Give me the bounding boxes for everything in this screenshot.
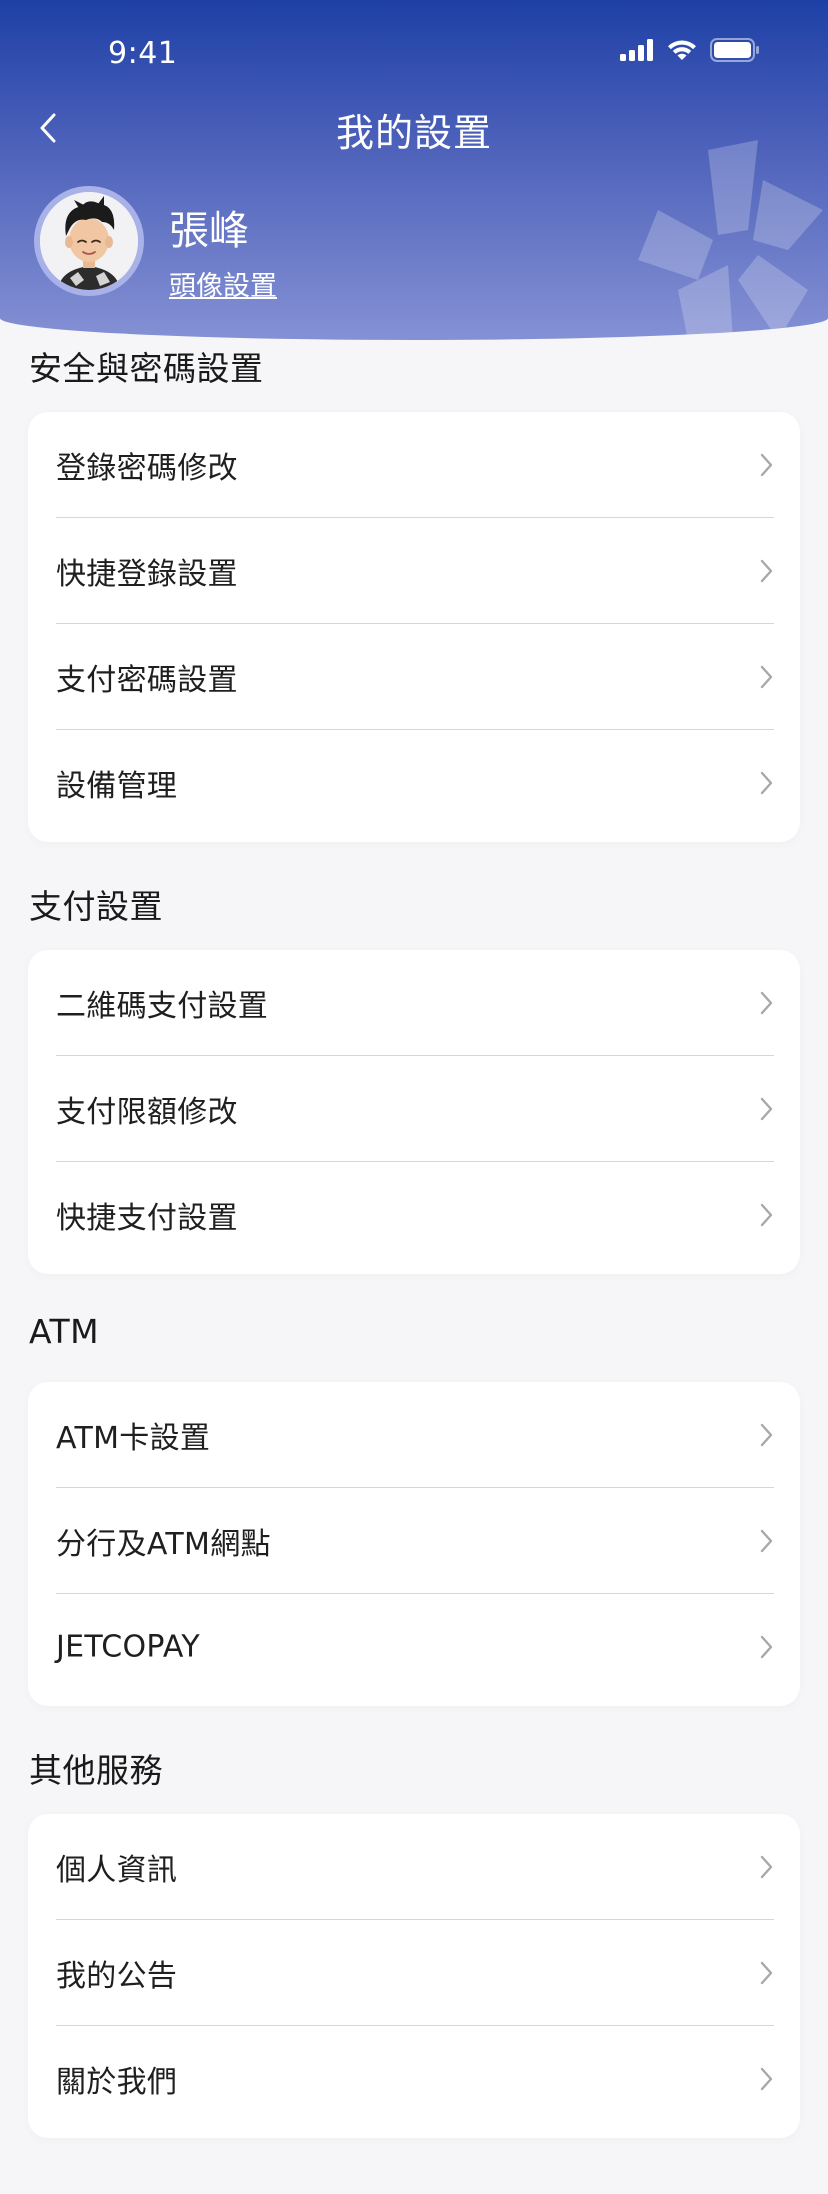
section-title-payment: 支付設置 xyxy=(29,887,163,926)
section-title-atm: ATM xyxy=(29,1312,100,1351)
list-item-payment-password[interactable]: 支付密碼設置 xyxy=(28,624,800,730)
list-item-my-announcements[interactable]: 我的公告 xyxy=(28,1920,800,2026)
list-item-label: 個人資訊 xyxy=(56,1853,178,1888)
list-item-branch-atm-locations[interactable]: 分行及ATM網點 xyxy=(28,1488,800,1594)
security-card: 登錄密碼修改 快捷登錄設置 支付密碼設置 設備管理 xyxy=(28,412,800,842)
chevron-right-icon xyxy=(760,1203,773,1227)
list-item-label: 關於我們 xyxy=(56,2065,178,2100)
list-item-label: 支付限額修改 xyxy=(56,1095,238,1130)
list-item-quick-login[interactable]: 快捷登錄設置 xyxy=(28,518,800,624)
settings-page: 9:41 我的設置 張峰 頭像設置 安全與密碼設置 登錄密碼修改 快捷登錄設置 … xyxy=(0,0,828,2194)
chevron-right-icon xyxy=(760,1961,773,1985)
status-time: 9:41 xyxy=(108,36,178,71)
list-item-login-password[interactable]: 登錄密碼修改 xyxy=(28,412,800,518)
chevron-right-icon xyxy=(760,991,773,1015)
brand-watermark-icon xyxy=(638,140,823,340)
list-item-payment-limit[interactable]: 支付限額修改 xyxy=(28,1056,800,1162)
nav-bar: 我的設置 xyxy=(0,96,828,156)
list-item-label: ATM卡設置 xyxy=(56,1421,211,1456)
payment-card: 二維碼支付設置 支付限額修改 快捷支付設置 xyxy=(28,950,800,1274)
list-item-qr-payment[interactable]: 二維碼支付設置 xyxy=(28,950,800,1056)
chevron-right-icon xyxy=(760,1635,773,1659)
other-services-card: 個人資訊 我的公告 關於我們 xyxy=(28,1814,800,2138)
list-item-personal-info[interactable]: 個人資訊 xyxy=(28,1814,800,1920)
cellular-signal-icon xyxy=(620,39,653,61)
section-title-security: 安全與密碼設置 xyxy=(29,349,264,388)
list-item-device-management[interactable]: 設備管理 xyxy=(28,730,800,836)
section-title-other-services: 其他服務 xyxy=(29,1751,163,1790)
list-item-label: 我的公告 xyxy=(56,1959,178,1994)
chevron-right-icon xyxy=(760,2067,773,2091)
header: 9:41 我的設置 張峰 頭像設置 xyxy=(0,0,828,340)
list-item-label: JETCOPAY xyxy=(56,1629,201,1665)
status-icons xyxy=(620,38,760,62)
wifi-icon xyxy=(668,40,696,60)
list-item-jetcopay[interactable]: JETCOPAY xyxy=(28,1594,800,1700)
avatar[interactable] xyxy=(34,186,144,296)
atm-card: ATM卡設置 分行及ATM網點 JETCOPAY xyxy=(28,1382,800,1706)
chevron-right-icon xyxy=(760,1423,773,1447)
page-title: 我的設置 xyxy=(335,111,492,155)
chevron-right-icon xyxy=(760,1097,773,1121)
chevron-right-icon xyxy=(760,1855,773,1879)
list-item-quick-payment[interactable]: 快捷支付設置 xyxy=(28,1162,800,1268)
list-item-label: 登錄密碼修改 xyxy=(56,451,238,486)
chevron-right-icon xyxy=(760,771,773,795)
list-item-label: 快捷登錄設置 xyxy=(56,557,238,592)
chevron-right-icon xyxy=(760,559,773,583)
avatar-settings-link[interactable]: 頭像設置 xyxy=(169,264,277,303)
avatar-image xyxy=(40,192,138,290)
chevron-right-icon xyxy=(760,1529,773,1553)
status-bar: 9:41 xyxy=(0,0,828,100)
user-name: 張峰 xyxy=(169,208,249,254)
list-item-about-us[interactable]: 關於我們 xyxy=(28,2026,800,2132)
battery-icon xyxy=(710,38,759,62)
list-item-label: 設備管理 xyxy=(56,769,178,804)
chevron-right-icon xyxy=(760,453,773,477)
list-item-label: 二維碼支付設置 xyxy=(56,989,269,1024)
list-item-atm-card[interactable]: ATM卡設置 xyxy=(28,1382,800,1488)
list-item-label: 支付密碼設置 xyxy=(56,663,238,698)
list-item-label: 分行及ATM網點 xyxy=(56,1527,271,1562)
chevron-right-icon xyxy=(760,665,773,689)
list-item-label: 快捷支付設置 xyxy=(56,1201,238,1236)
